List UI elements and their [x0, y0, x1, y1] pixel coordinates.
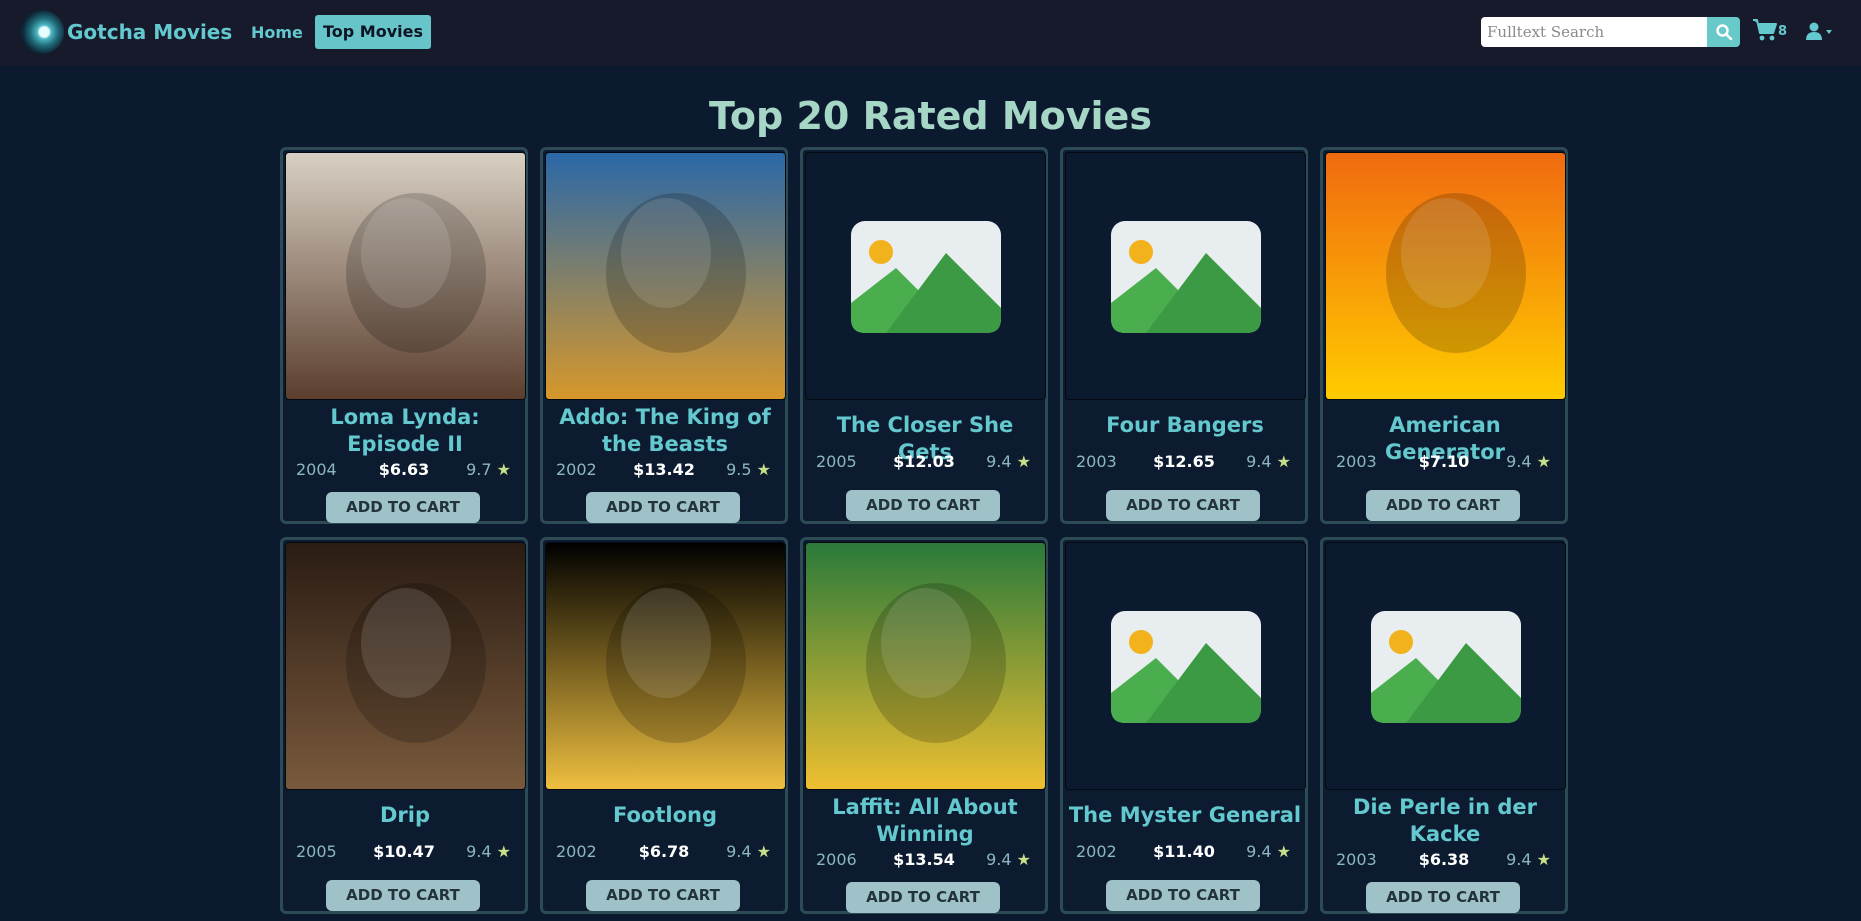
movie-rating-value: 9.4 — [1506, 850, 1532, 869]
poster-image — [546, 543, 785, 789]
star-icon: ★ — [491, 460, 511, 479]
image-placeholder-icon — [1111, 221, 1261, 333]
movie-rating-value: 9.4 — [986, 452, 1012, 471]
poster-image — [1326, 153, 1565, 399]
star-icon: ★ — [1011, 452, 1031, 471]
add-to-cart-button[interactable]: ADD TO CART — [846, 490, 1000, 521]
movie-rating: 9.4 ★ — [1506, 850, 1551, 869]
movie-title[interactable]: Drip — [287, 802, 523, 829]
movie-title[interactable]: Addo: The King of the Beasts — [547, 404, 783, 458]
movie-title[interactable]: The Myster General — [1067, 802, 1303, 829]
poster-image — [546, 153, 785, 399]
brand-name[interactable]: Gotcha Movies — [67, 20, 232, 44]
poster-image — [286, 543, 525, 789]
movie-poster[interactable] — [1325, 152, 1566, 400]
image-placeholder-icon — [1371, 611, 1521, 723]
movie-rating: 9.4 ★ — [1246, 452, 1291, 471]
star-icon: ★ — [491, 842, 511, 861]
movie-rating: 9.7 ★ — [466, 460, 511, 479]
star-icon: ★ — [1011, 850, 1031, 869]
movie-card[interactable]: Laffit: All About Winning 2006 $13.54 9.4 ★… — [800, 537, 1048, 914]
add-to-cart-button[interactable]: ADD TO CART — [1366, 490, 1520, 521]
movie-poster[interactable] — [1325, 542, 1566, 790]
star-icon: ★ — [1271, 452, 1291, 471]
add-to-cart-button[interactable]: ADD TO CART — [586, 880, 740, 911]
star-icon: ★ — [1531, 850, 1551, 869]
add-to-cart-button[interactable]: ADD TO CART — [586, 492, 740, 523]
movie-card[interactable]: Footlong 2002 $6.78 9.4 ★ ADD TO CART — [540, 537, 788, 914]
page-title: Top 20 Rated Movies — [709, 94, 1152, 138]
movie-poster[interactable] — [285, 152, 526, 400]
movie-poster[interactable] — [285, 542, 526, 790]
nav-top-movies-link[interactable]: Top Movies — [315, 15, 432, 49]
movie-grid: Loma Lynda: Episode II 2004 $6.63 9.7 ★ ADD … — [280, 147, 1570, 921]
movie-poster[interactable] — [1065, 542, 1306, 790]
movie-rating: 9.4 ★ — [986, 850, 1031, 869]
add-to-cart-button[interactable]: ADD TO CART — [1106, 490, 1260, 521]
movie-rating-value: 9.4 — [1506, 452, 1532, 471]
movie-card[interactable]: The Closer She Gets 2005 $12.03 9.4 ★ ADD TO… — [800, 147, 1048, 524]
star-icon: ★ — [1271, 842, 1291, 861]
image-placeholder-icon — [1111, 611, 1261, 723]
movie-poster[interactable] — [545, 152, 786, 400]
movie-rating: 9.4 ★ — [1506, 452, 1551, 471]
add-to-cart-button[interactable]: ADD TO CART — [326, 880, 480, 911]
movie-rating: 9.4 ★ — [1246, 842, 1291, 861]
movie-title[interactable]: Loma Lynda: Episode II — [287, 404, 523, 458]
movie-title[interactable]: Die Perle in der Kacke — [1327, 794, 1563, 848]
cart-count-badge: 8 — [1778, 24, 1788, 39]
movie-rating-value: 9.5 — [726, 460, 752, 479]
movie-poster[interactable] — [1065, 152, 1306, 400]
movie-card[interactable]: Drip 2005 $10.47 9.4 ★ ADD TO CART — [280, 537, 528, 914]
search-button[interactable] — [1707, 17, 1740, 47]
image-placeholder-icon — [851, 221, 1001, 333]
user-menu-button[interactable] — [1806, 22, 1834, 46]
movie-rating: 9.5 ★ — [726, 460, 771, 479]
movie-card[interactable]: American Generator 2003 $7.10 9.4 ★ ADD TO C… — [1320, 147, 1568, 524]
movie-rating: 9.4 ★ — [726, 842, 771, 861]
movie-rating-value: 9.4 — [1246, 452, 1272, 471]
user-icon — [1806, 22, 1832, 40]
movie-card[interactable]: Loma Lynda: Episode II 2004 $6.63 9.7 ★ ADD … — [280, 147, 528, 524]
movie-title[interactable]: Four Bangers — [1067, 412, 1303, 439]
poster-image — [286, 153, 525, 399]
add-to-cart-button[interactable]: ADD TO CART — [1106, 880, 1260, 911]
add-to-cart-button[interactable]: ADD TO CART — [326, 492, 480, 523]
poster-image — [806, 543, 1045, 789]
movie-poster[interactable] — [805, 542, 1046, 790]
movie-rating: 9.4 ★ — [986, 452, 1031, 471]
movie-title[interactable]: Laffit: All About Winning — [807, 794, 1043, 848]
movie-card[interactable]: Four Bangers 2003 $12.65 9.4 ★ ADD TO CART — [1060, 147, 1308, 524]
movie-rating-value: 9.4 — [1246, 842, 1272, 861]
search-icon — [1716, 24, 1733, 41]
movie-card[interactable]: Addo: The King of the Beasts 2002 $13.42 9.… — [540, 147, 788, 524]
add-to-cart-button[interactable]: ADD TO CART — [846, 882, 1000, 913]
chevron-down-icon — [1826, 30, 1832, 34]
cart-button[interactable] — [1752, 18, 1778, 46]
nav-home-link[interactable]: Home — [251, 23, 303, 42]
search-input[interactable] — [1481, 17, 1707, 47]
movie-card[interactable]: Die Perle in der Kacke 2003 $6.38 9.4 ★ ADD … — [1320, 537, 1568, 914]
movie-rating: 9.4 ★ — [466, 842, 511, 861]
brand-logo-icon[interactable] — [20, 10, 64, 54]
movie-rating-value: 9.4 — [466, 842, 492, 861]
star-icon: ★ — [1531, 452, 1551, 471]
add-to-cart-button[interactable]: ADD TO CART — [1366, 882, 1520, 913]
navbar: Gotcha Movies Home Top Movies 8 — [0, 0, 1861, 66]
movie-poster[interactable] — [805, 152, 1046, 400]
movie-rating-value: 9.4 — [986, 850, 1012, 869]
star-icon: ★ — [751, 460, 771, 479]
movie-poster[interactable] — [545, 542, 786, 790]
star-icon: ★ — [751, 842, 771, 861]
movie-rating-value: 9.4 — [726, 842, 752, 861]
movie-rating-value: 9.7 — [466, 460, 492, 479]
shopping-cart-icon — [1753, 19, 1777, 41]
movie-title[interactable]: Footlong — [547, 802, 783, 829]
movie-card[interactable]: The Myster General 2002 $11.40 9.4 ★ ADD TO … — [1060, 537, 1308, 914]
